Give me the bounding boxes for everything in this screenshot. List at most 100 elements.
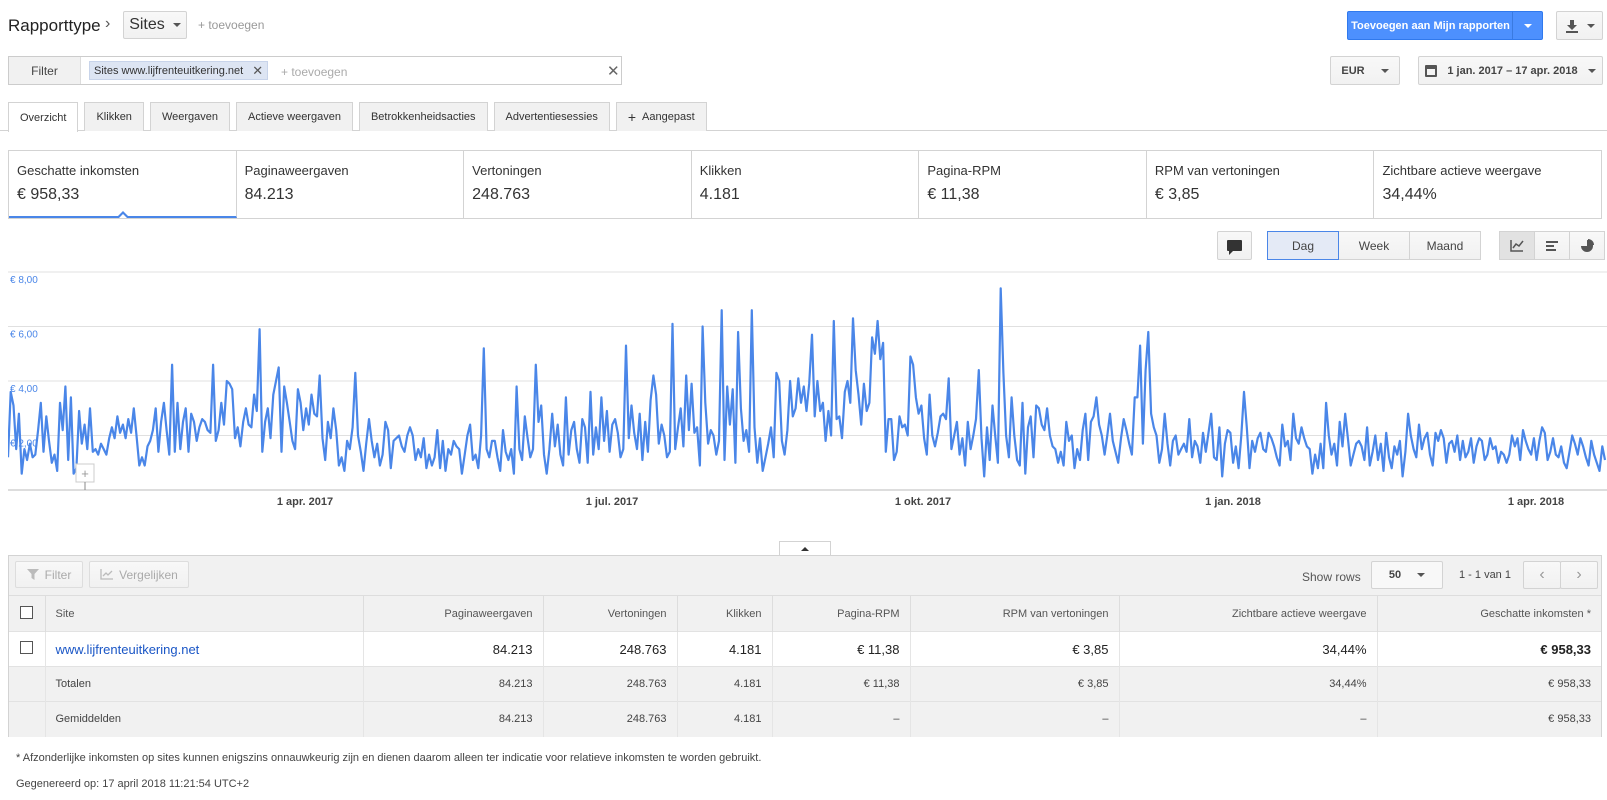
site-link[interactable]: www.lijfrenteuitkering.net (44, 631, 363, 667)
date-range-picker[interactable]: 1 jan. 2017 – 17 apr. 2018 (1418, 56, 1603, 85)
svg-text:+: + (81, 466, 89, 481)
metric-card[interactable]: Paginaweergaven 84.213 (237, 151, 465, 218)
x-tick-label: 1 jul. 2017 (586, 496, 639, 508)
download-button[interactable] (1556, 11, 1603, 40)
rows-per-page-value: 50 (1388, 569, 1402, 581)
y-tick-label: € 6,00 (10, 330, 38, 341)
column-header-page-rpm[interactable]: Pagina-RPM (771, 595, 910, 632)
column-header-active-view-viewable[interactable]: Zichtbare actieve weergave (1118, 595, 1377, 632)
row-select-cell (9, 631, 45, 667)
cell-clicks: 4.181 (676, 631, 772, 667)
x-tick-label: 1 okt. 2017 (895, 496, 951, 508)
series-line (8, 287, 1607, 478)
pie-chart-button[interactable] (1569, 231, 1605, 260)
funnel-icon (26, 569, 39, 580)
tab-aangepast[interactable]: + Aangepast (615, 102, 707, 131)
metric-card[interactable]: RPM van vertoningen € 3,85 (1147, 151, 1375, 218)
totals-impressions: 248.763 (542, 666, 677, 702)
footnote: * Afzonderlijke inkomsten op sites kunne… (16, 752, 762, 764)
select-all-cell (9, 595, 45, 632)
remove-filter-icon[interactable]: ✕ (252, 63, 263, 79)
totals-page-rpm: € 11,38 (771, 666, 910, 702)
next-page-button[interactable]: › (1560, 561, 1598, 589)
report-table-panel: Filter Vergelijken Show rows 50 1 - 1 va… (8, 555, 1602, 737)
averages-impressions: 248.763 (542, 701, 677, 737)
column-header-clicks[interactable]: Klikken (676, 595, 772, 632)
report-type-title: Rapporttype (8, 16, 101, 35)
metric-name: RPM van vertoningen (1154, 163, 1280, 178)
metric-value: € 958,33 (17, 186, 80, 203)
totals-pageviews: 84.213 (362, 666, 543, 702)
metric-name: Geschatte inkomsten (17, 163, 140, 178)
tab-klikken[interactable]: Klikken (84, 102, 144, 131)
period-day-button[interactable]: Dag (1267, 231, 1339, 260)
averages-page-rpm: – (771, 701, 910, 737)
averages-label: Gemiddelden (44, 701, 363, 737)
select-all-checkbox[interactable] (20, 605, 34, 619)
tab-weergaven[interactable]: Weergaven (149, 102, 230, 131)
filter-add-input[interactable]: + toevoegen (281, 65, 347, 79)
x-tick-label: 1 apr. 2017 (277, 496, 333, 508)
tab-overzicht[interactable]: Overzicht (8, 102, 79, 132)
line-chart-button[interactable] (1499, 231, 1535, 260)
filter-label[interactable]: Filter (9, 57, 81, 84)
cell-page-rpm: € 11,38 (771, 631, 910, 667)
metric-card[interactable]: Geschatte inkomsten € 958,33 (9, 151, 237, 218)
add-dimension-link[interactable]: + toevoegen (198, 18, 264, 32)
add-to-my-reports-label: Toevoegen aan Mijn rapporten (1351, 19, 1510, 32)
clear-filters-icon[interactable]: ✕ (607, 62, 620, 80)
table-row: www.lijfrenteuitkering.net 84.213 248.76… (9, 631, 1601, 667)
metric-card[interactable]: Pagina-RPM € 11,38 (919, 151, 1147, 218)
currency-dropdown[interactable]: EUR (1330, 56, 1400, 85)
y-tick-label: € 4,00 (10, 384, 38, 395)
dimension-label: Sites (129, 16, 165, 33)
chevron-right-icon: › (105, 15, 111, 32)
rows-per-page-dropdown[interactable]: 50 (1371, 561, 1443, 589)
table-filter-label: Filter (44, 567, 72, 582)
column-header-site[interactable]: Site (44, 595, 363, 632)
add-to-my-reports-button[interactable]: Toevoegen aan Mijn rapporten (1347, 11, 1543, 40)
metric-card[interactable]: Klikken 4.181 (692, 151, 920, 218)
filter-chip-label: Sites www.lijfrenteuitkering.net (94, 64, 244, 77)
x-tick-label: 1 jan. 2018 (1205, 496, 1261, 508)
totals-label: Totalen (44, 666, 363, 702)
row-checkbox[interactable] (20, 641, 34, 654)
previous-page-button[interactable]: ‹ (1523, 561, 1561, 589)
collapse-chart-button[interactable] (779, 541, 831, 555)
compare-button[interactable]: Vergelijken (89, 561, 189, 588)
y-tick-label: € 8,00 (10, 275, 38, 286)
averages-spacer (9, 701, 45, 737)
tab-betrokkenheidsacties[interactable]: Betrokkenheidsacties (358, 102, 488, 131)
show-rows-label: Show rows (1302, 570, 1361, 584)
chevron-down-icon (1380, 68, 1389, 73)
metric-card[interactable]: Vertoningen 248.763 (464, 151, 692, 218)
column-header-impressions[interactable]: Vertoningen (542, 595, 677, 632)
column-header-estimated-earnings[interactable]: Geschatte inkomsten * (1376, 595, 1601, 632)
totals-clicks: 4.181 (676, 666, 772, 702)
metric-name: Pagina-RPM (927, 163, 1002, 178)
column-header-impression-rpm[interactable]: RPM van vertoningen (909, 595, 1119, 632)
add-to-my-reports-menu[interactable] (1512, 12, 1542, 39)
bar-chart-button[interactable] (1534, 231, 1570, 260)
column-header-pageviews[interactable]: Paginaweergaven (362, 595, 543, 632)
filter-chip: Sites www.lijfrenteuitkering.net ✕ (89, 61, 269, 80)
tab-advertentiesessies[interactable]: Advertentiesessies (493, 102, 610, 131)
chevron-up-icon (801, 546, 809, 551)
table-filter-button[interactable]: Filter (15, 561, 83, 588)
metric-card[interactable]: Zichtbare actieve weergave 34,44% (1374, 151, 1601, 218)
dimension-dropdown[interactable]: Sites (123, 11, 187, 39)
period-month-button[interactable]: Maand (1409, 231, 1481, 260)
chevron-down-icon (1417, 573, 1426, 577)
currency-label: EUR (1341, 64, 1365, 77)
totals-spacer (9, 666, 45, 702)
add-annotation-marker[interactable]: + (75, 463, 95, 490)
metric-value: 84.213 (244, 186, 294, 203)
line-chart-icon (1510, 239, 1524, 252)
metric-name: Zichtbare actieve weergave (1382, 163, 1542, 178)
annotations-button[interactable] (1217, 231, 1252, 260)
period-week-button[interactable]: Week (1338, 231, 1410, 260)
metric-value: € 3,85 (1154, 186, 1200, 203)
revenue-line-chart[interactable]: € 8,00 € 6,00 € 4,00 € 2,00 1 apr. 2017 1 jul… (8, 268, 1607, 520)
x-tick-label: 1 apr. 2018 (1508, 496, 1564, 508)
tab-actieve-weergaven[interactable]: Actieve weergaven (236, 102, 353, 131)
